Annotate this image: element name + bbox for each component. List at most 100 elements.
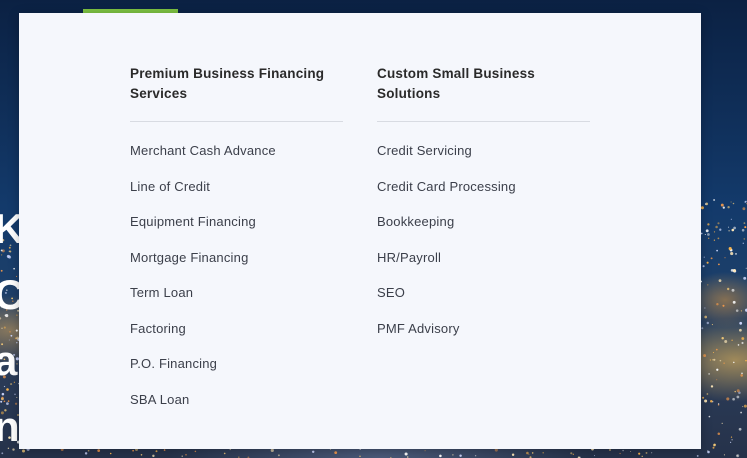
city-light <box>707 233 710 236</box>
city-light <box>703 354 707 358</box>
city-light <box>717 432 721 435</box>
city-light <box>439 454 442 458</box>
menu-link-pmf-advisory[interactable]: PMF Advisory <box>377 321 460 336</box>
city-light <box>705 203 707 205</box>
menu-link-bookkeeping[interactable]: Bookkeeping <box>377 214 454 229</box>
city-light <box>722 206 725 209</box>
city-light <box>737 344 740 346</box>
city-light <box>708 373 710 375</box>
city-light <box>181 455 183 457</box>
city-light <box>733 226 736 230</box>
city-light <box>719 359 722 362</box>
city-light <box>717 237 720 240</box>
city-light <box>311 450 315 454</box>
city-light <box>727 287 730 291</box>
city-light <box>706 393 709 395</box>
city-light <box>713 231 716 233</box>
menu-link-sba-loan[interactable]: SBA Loan <box>130 392 189 407</box>
city-light <box>716 249 718 252</box>
city-light <box>707 223 710 226</box>
city-light <box>132 449 134 452</box>
city-light <box>459 454 462 457</box>
city-light <box>730 269 734 272</box>
city-light <box>721 336 724 340</box>
city-light <box>730 436 733 438</box>
menu-link-line-of-credit[interactable]: Line of Credit <box>130 179 210 194</box>
city-light <box>702 396 705 399</box>
column-heading: Premium Business Financing Services <box>130 66 325 101</box>
city-light <box>740 374 743 377</box>
city-light <box>736 395 740 399</box>
menu-link-merchant-cash-advance[interactable]: Merchant Cash Advance <box>130 143 276 158</box>
city-light <box>727 226 730 228</box>
menu-list: Merchant Cash Advance Line of Credit Equ… <box>130 142 343 426</box>
city-light <box>710 385 714 388</box>
city-light <box>716 302 719 306</box>
city-light <box>528 453 530 455</box>
city-light <box>717 222 720 225</box>
city-light <box>706 261 709 264</box>
city-light <box>701 327 704 330</box>
menu-link-po-financing[interactable]: P.O. Financing <box>130 356 217 371</box>
city-light <box>713 239 716 241</box>
city-light <box>155 450 158 453</box>
city-light <box>404 452 408 456</box>
city-light <box>744 226 747 229</box>
menu-column-solutions: Custom Small Business Solutions Credit S… <box>377 64 590 355</box>
city-light <box>542 451 544 454</box>
menu-link-term-loan[interactable]: Term Loan <box>130 285 193 300</box>
city-light <box>622 449 624 452</box>
city-light <box>705 229 709 233</box>
city-light <box>718 279 722 282</box>
city-light <box>511 453 515 456</box>
menu-link-seo[interactable]: SEO <box>377 285 405 300</box>
city-light <box>531 452 534 454</box>
city-light <box>424 450 426 452</box>
menu-link-hr-payroll[interactable]: HR/Payroll <box>377 250 441 265</box>
city-light <box>97 449 101 452</box>
city-light <box>731 288 735 292</box>
city-light <box>702 265 705 268</box>
city-light <box>708 237 710 239</box>
menu-link-equipment-financing[interactable]: Equipment Financing <box>130 214 256 229</box>
city-light <box>185 454 187 456</box>
city-light <box>728 247 732 251</box>
city-light <box>641 455 643 457</box>
menu-link-credit-card-processing[interactable]: Credit Card Processing <box>377 179 516 194</box>
city-light <box>743 222 746 224</box>
column-divider <box>377 121 590 122</box>
city-light <box>609 449 611 451</box>
city-light <box>741 341 744 345</box>
city-light <box>724 340 728 343</box>
city-light <box>708 415 711 418</box>
city-light <box>742 207 746 211</box>
column-heading: Custom Small Business Solutions <box>377 66 535 101</box>
menu-column-financing: Premium Business Financing Services Merc… <box>130 64 343 426</box>
city-light <box>743 276 747 280</box>
city-light <box>730 441 732 443</box>
menu-link-credit-servicing[interactable]: Credit Servicing <box>377 143 472 158</box>
city-light <box>743 404 747 408</box>
city-light <box>572 453 574 455</box>
menu-link-mortgage-financing[interactable]: Mortgage Financing <box>130 250 249 265</box>
city-light <box>730 218 732 220</box>
city-light <box>735 309 739 312</box>
city-light <box>711 324 713 326</box>
city-light <box>735 253 737 255</box>
city-light <box>723 362 725 364</box>
city-light <box>718 263 720 266</box>
city-light <box>738 427 742 431</box>
city-light <box>715 348 718 351</box>
city-light <box>740 411 743 414</box>
city-light <box>730 201 732 203</box>
city-light <box>194 450 197 453</box>
city-light <box>713 443 716 447</box>
city-light <box>716 368 719 371</box>
menu-link-factoring[interactable]: Factoring <box>130 321 186 336</box>
city-light <box>728 229 730 232</box>
city-light <box>713 358 716 361</box>
city-light <box>152 454 155 458</box>
city-light <box>741 337 745 340</box>
city-light <box>709 359 712 361</box>
city-light <box>743 238 746 240</box>
